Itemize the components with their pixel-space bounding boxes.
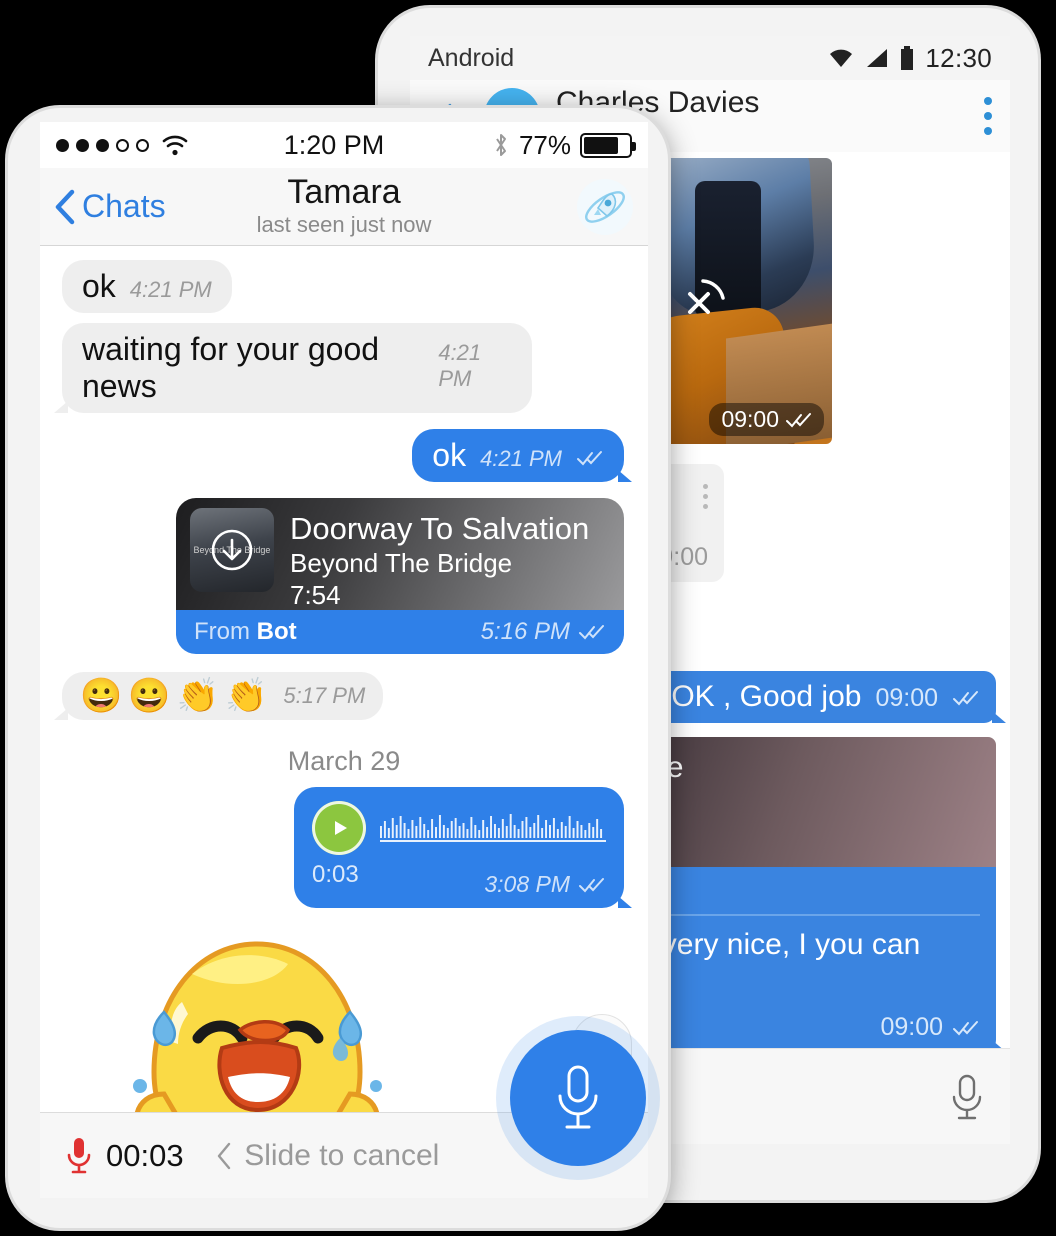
emoji-message[interactable]: 😀 😀 👏 👏 5:17 PM xyxy=(54,672,384,720)
ios-message-list: ok 4:21 PM waiting for your good news 4:… xyxy=(40,246,648,1138)
outgoing-message[interactable]: ok 4:21 PM xyxy=(412,429,632,482)
music-card-head: Beyond The Bridge Doorway To Salvation B… xyxy=(176,498,624,610)
photo-timestamp: 09:00 xyxy=(709,403,824,436)
android-status-bar: Android 12:30 xyxy=(410,36,1010,80)
rocket-avatar-icon[interactable] xyxy=(576,178,634,236)
emoji-glyph: 👏 xyxy=(225,677,268,715)
duck-sticker xyxy=(133,941,382,1138)
microphone-icon[interactable] xyxy=(946,1073,988,1121)
message-time: 5:17 PM xyxy=(283,683,366,708)
bot-name: Bot xyxy=(256,618,297,645)
song-artist: Beyond The Bridge xyxy=(290,547,513,578)
voice-message[interactable]: 0:03 3:08 PM xyxy=(294,787,632,908)
ios-clock: 1:20 PM xyxy=(283,129,385,160)
message-text: ok xyxy=(432,437,467,473)
ios-status-left xyxy=(56,134,236,156)
music-card-footer: From Bot 5:16 PM xyxy=(176,610,624,654)
incoming-message[interactable]: waiting for your good news 4:21 PM xyxy=(54,323,532,413)
battery-icon xyxy=(901,46,914,70)
emoji-glyph: 😀 xyxy=(80,677,123,715)
music-meta: Doorway To Salvation Beyond The Bridge 7… xyxy=(290,508,590,610)
sticker-message[interactable]: 3:21 PM xyxy=(92,922,422,1138)
android-status-icons: 12:30 xyxy=(828,43,992,74)
waveform[interactable] xyxy=(380,812,606,844)
ios-nav-bar: Chats Tamara last seen just now xyxy=(40,168,648,246)
message-time: 3:08 PM xyxy=(484,871,570,897)
emoji-glyph: 👏 xyxy=(176,677,220,715)
double-check-icon xyxy=(953,1020,978,1035)
link-message-time: 09:00 xyxy=(880,1013,943,1041)
carrier-signal-dots xyxy=(56,138,149,152)
voice-send-button[interactable] xyxy=(510,1030,646,1166)
outgoing-text-message[interactable]: OK , Good job 09:00 xyxy=(655,671,1006,723)
date-separator: March 29 xyxy=(287,746,401,776)
chevron-left-icon xyxy=(218,1142,231,1169)
double-check-icon xyxy=(786,412,811,427)
incoming-message[interactable]: ok 4:21 PM xyxy=(62,260,232,313)
message-time: 4:21 PM xyxy=(438,340,482,391)
song-title: Doorway To Salvation xyxy=(290,511,590,546)
play-icon[interactable] xyxy=(312,801,366,855)
ios-status-right: 77% xyxy=(432,129,636,161)
photo-time: 09:00 xyxy=(721,406,779,432)
battery-icon xyxy=(580,132,636,158)
double-check-icon xyxy=(579,625,604,640)
chevron-left-icon xyxy=(55,189,75,224)
wifi-icon xyxy=(162,135,188,156)
slide-to-cancel[interactable]: Slide to cancel xyxy=(184,1139,472,1173)
screenshot-stage: Android 12:30 P T Charles Davies Online xyxy=(0,0,1056,1236)
message-time: 09:00 xyxy=(875,684,938,712)
slide-label: Slide to cancel xyxy=(244,1138,440,1172)
album-cover: Beyond The Bridge xyxy=(190,508,274,592)
signal-icon xyxy=(867,49,888,67)
song-duration: 7:54 xyxy=(290,579,341,610)
android-clock: 12:30 xyxy=(925,42,992,73)
emoji-glyph: 😀 xyxy=(128,677,171,715)
ios-music-message[interactable]: Beyond The Bridge Doorway To Salvation B… xyxy=(176,498,624,654)
cancel-upload-icon[interactable] xyxy=(676,276,730,330)
message-time: 4:21 PM xyxy=(480,446,562,471)
ios-status-bar: 1:20 PM 77% xyxy=(40,122,648,168)
microphone-icon xyxy=(558,1065,598,1129)
overflow-menu-icon[interactable] xyxy=(984,97,992,135)
battery-percent: 77% xyxy=(518,129,571,160)
message-time: 4:21 PM xyxy=(129,277,212,302)
from-prefix: From xyxy=(194,618,257,645)
record-mic-icon xyxy=(67,1137,91,1173)
double-check-icon xyxy=(953,691,978,706)
bluetooth-icon xyxy=(496,134,506,156)
record-timer: 00:03 xyxy=(106,1137,184,1173)
message-time: 5:16 PM xyxy=(480,618,570,645)
back-label: Chats xyxy=(82,188,166,224)
music-footer-time: 5:16 PM xyxy=(481,618,606,646)
music-source: From Bot xyxy=(194,618,481,646)
double-check-icon xyxy=(577,451,602,466)
android-status-label: Android xyxy=(428,43,515,72)
back-to-chats-button[interactable]: Chats xyxy=(54,188,166,225)
message-text: waiting for your good news xyxy=(82,331,380,404)
download-icon[interactable] xyxy=(210,528,254,572)
message-text: ok xyxy=(82,268,116,304)
message-text: OK , Good job xyxy=(671,680,862,713)
double-check-icon xyxy=(579,877,604,892)
wifi-icon xyxy=(830,49,853,67)
message-menu-icon[interactable] xyxy=(703,478,708,509)
voice-row xyxy=(312,801,606,855)
